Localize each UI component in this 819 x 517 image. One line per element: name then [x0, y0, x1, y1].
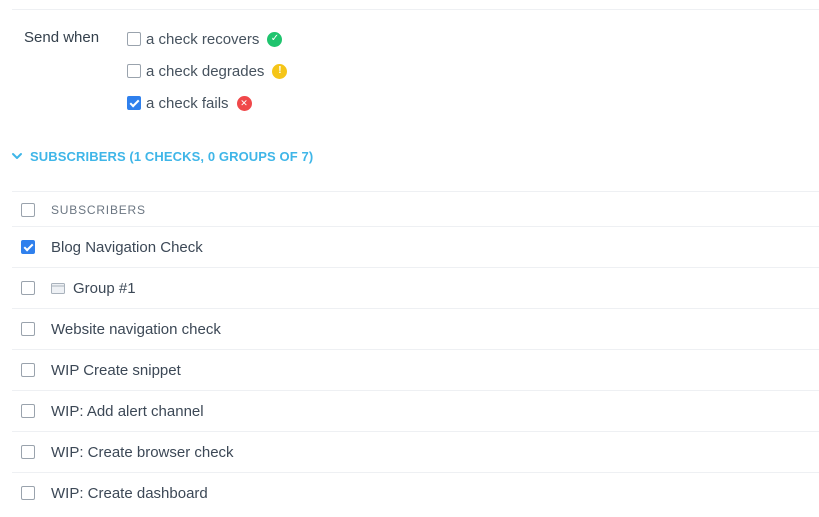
row-checkbox[interactable]: [21, 404, 35, 418]
table-row[interactable]: WIP: Add alert channel: [12, 390, 819, 431]
row-label: WIP Create snippet: [51, 361, 181, 379]
row-label: Group #1: [73, 279, 136, 297]
table-row[interactable]: Group #1: [12, 267, 819, 308]
column-header-subscribers: SUBSCRIBERS: [51, 202, 146, 217]
select-all-checkbox[interactable]: [21, 202, 35, 217]
row-checkbox[interactable]: [21, 445, 35, 459]
row-label: WIP: Add alert channel: [51, 402, 204, 420]
folder-icon: [51, 282, 65, 294]
table-row[interactable]: WIP Create snippet: [12, 349, 819, 390]
warning-circle-icon: !: [272, 63, 288, 79]
row-label: Blog Navigation Check: [51, 238, 203, 256]
row-label: Website navigation check: [51, 320, 221, 338]
row-checkbox[interactable]: [21, 486, 35, 500]
send-when-label: Send when: [24, 29, 100, 46]
row-checkbox[interactable]: [21, 363, 35, 377]
row-checkbox[interactable]: [21, 281, 35, 295]
subscribers-toggle-label: SUBSCRIBERS (1 CHECKS, 0 GROUPS OF 7): [30, 148, 314, 164]
row-checkbox[interactable]: [21, 240, 35, 254]
subscribers-toggle[interactable]: SUBSCRIBERS (1 CHECKS, 0 GROUPS OF 7): [10, 147, 313, 165]
error-circle-icon: ✕: [236, 95, 252, 111]
table-row[interactable]: WIP: Create browser check: [12, 431, 819, 472]
checkbox-recovers[interactable]: [127, 32, 141, 46]
option-label-recovers: a check recovers: [146, 30, 260, 48]
table-header: SUBSCRIBERS: [12, 191, 819, 227]
chevron-down-icon: [12, 153, 22, 159]
option-label-fails: a check fails: [146, 94, 229, 112]
table-row[interactable]: Website navigation check: [12, 308, 819, 349]
send-option-recovers[interactable]: a check recovers ✓: [127, 29, 283, 49]
option-label-degrades: a check degrades: [146, 62, 265, 80]
row-label: WIP: Create dashboard: [51, 484, 208, 502]
row-checkbox[interactable]: [21, 322, 35, 336]
table-row[interactable]: WIP: Create dashboard: [12, 472, 819, 513]
check-circle-icon: ✓: [267, 31, 283, 47]
table-row[interactable]: Blog Navigation Check: [12, 226, 819, 267]
send-option-degrades[interactable]: a check degrades !: [127, 61, 288, 81]
checkbox-degrades[interactable]: [127, 64, 141, 78]
checkbox-fails[interactable]: [127, 96, 141, 110]
section-divider: [12, 9, 819, 10]
row-label: WIP: Create browser check: [51, 443, 234, 461]
send-option-fails[interactable]: a check fails ✕: [127, 93, 252, 113]
